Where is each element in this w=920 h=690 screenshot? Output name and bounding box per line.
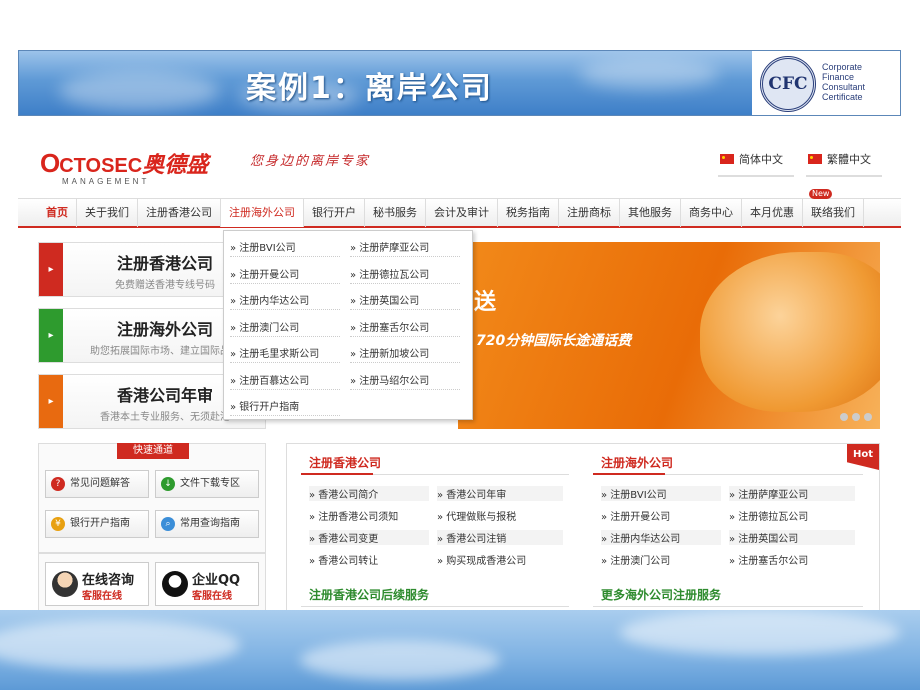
arrow-icon: ▸	[39, 243, 63, 296]
hk-link[interactable]: » 香港公司年审	[437, 486, 563, 501]
dropdown-item[interactable]: » 注册BVI公司	[230, 239, 340, 257]
arrow-icon: ▸	[39, 375, 63, 428]
quick-channel: 快速通道 ? 常见问题解答 ↓ 文件下载专区 ¥ 银行开户指南 ⌕ 常用查询指南	[38, 443, 266, 553]
download-button[interactable]: ↓ 文件下载专区	[155, 470, 259, 498]
site-logo[interactable]: OCTOSEC奥德盛 MANAGEMENT	[40, 147, 208, 186]
main-nav: 首页 关于我们 注册香港公司 注册海外公司 银行开户 秘书服务 会计及审计 税务…	[18, 189, 901, 228]
search-icon: ⌕	[161, 517, 175, 531]
agent-avatar-icon	[52, 571, 78, 597]
slide-title-banner: 案例1：离岸公司 CFC Corporate Finance Consultan…	[18, 50, 901, 116]
dropdown-item[interactable]: » 注册萨摩亚公司	[350, 239, 460, 257]
phone-icon	[700, 252, 880, 412]
hk-link[interactable]: » 代理做账与报税	[437, 508, 516, 523]
hot-badge: Hot	[847, 444, 879, 470]
quick-channel-title: 快速通道	[117, 443, 189, 459]
site-slogan: 您身边的离岸专家	[250, 154, 371, 169]
offshore-section-title[interactable]: 注册海外公司	[601, 454, 673, 471]
sky-decoration	[0, 610, 920, 690]
offshore-link[interactable]: » 注册内华达公司	[601, 530, 721, 545]
offshore-link[interactable]: » 注册BVI公司	[601, 486, 721, 501]
dropdown-item[interactable]: » 注册内华达公司	[230, 292, 340, 310]
offshore-link[interactable]: » 注册开曼公司	[601, 508, 670, 523]
contact-section: 在线咨询 客服在线 企业QQ 客服在线	[38, 553, 266, 610]
nav-bank-account[interactable]: 银行开户	[304, 199, 365, 227]
cfc-logo: CFC Corporate Finance Consultant Certifi…	[752, 51, 900, 115]
dropdown-item[interactable]: » 注册百慕达公司	[230, 372, 340, 390]
slide-title: 案例1：离岸公司	[246, 71, 493, 106]
cfc-seal: CFC	[760, 56, 816, 112]
lang-simplified[interactable]: 简体中文	[720, 151, 783, 167]
hk-link[interactable]: » 购买现成香港公司	[437, 552, 526, 567]
dropdown-item[interactable]: » 注册澳门公司	[230, 319, 340, 337]
dropdown-item[interactable]: » 注册马绍尔公司	[350, 372, 460, 390]
hero-banner[interactable]: 送 720分钟国际长途通话费	[458, 242, 880, 429]
offshore-link[interactable]: » 注册萨摩亚公司	[729, 486, 855, 501]
qq-button[interactable]: 企业QQ 客服在线	[155, 562, 259, 606]
question-icon: ?	[51, 477, 65, 491]
faq-button[interactable]: ? 常见问题解答	[45, 470, 149, 498]
website-screenshot: OCTOSEC奥德盛 MANAGEMENT 您身边的离岸专家 简体中文 繁體中文…	[18, 125, 901, 610]
offshore-link[interactable]: » 注册英国公司	[729, 530, 855, 545]
query-guide-button[interactable]: ⌕ 常用查询指南	[155, 510, 259, 538]
online-consult-button[interactable]: 在线咨询 客服在线	[45, 562, 149, 606]
new-badge: New	[809, 189, 833, 199]
nav-offers[interactable]: 本月优惠	[742, 199, 803, 227]
nav-home[interactable]: 首页	[38, 199, 77, 227]
hk-link[interactable]: » 注册香港公司须知	[309, 508, 398, 523]
nav-offshore-company[interactable]: 注册海外公司	[221, 199, 304, 227]
nav-hk-company[interactable]: 注册香港公司	[138, 199, 221, 227]
dropdown-item[interactable]: » 银行开户指南	[230, 398, 340, 416]
carousel-dots[interactable]	[840, 413, 872, 421]
dropdown-item[interactable]: » 注册新加坡公司	[350, 345, 460, 363]
services-panel: Hot 注册香港公司 » 香港公司简介 » 香港公司年审 » 注册香港公司须知 …	[286, 443, 880, 610]
hk-link[interactable]: » 香港公司简介	[309, 486, 429, 501]
offshore-link[interactable]: » 注册澳门公司	[601, 552, 670, 567]
dropdown-item[interactable]: » 注册塞舌尔公司	[350, 319, 460, 337]
hk-link[interactable]: » 香港公司变更	[309, 530, 429, 545]
cfc-logo-text: Corporate Finance Consultant Certificate	[822, 62, 866, 102]
offshore-dropdown-menu: » 注册BVI公司 » 注册开曼公司 » 注册内华达公司 » 注册澳门公司 » …	[223, 230, 473, 420]
download-icon: ↓	[161, 477, 175, 491]
dropdown-item[interactable]: » 注册开曼公司	[230, 266, 340, 284]
offshore-more-title[interactable]: 更多海外公司注册服务	[601, 586, 721, 603]
dropdown-item[interactable]: » 注册英国公司	[350, 292, 460, 310]
hk-flag-icon	[808, 154, 822, 164]
dropdown-item[interactable]: » 注册毛里求斯公司	[230, 345, 340, 363]
hk-link[interactable]: » 香港公司注销	[437, 530, 563, 545]
nav-accounting[interactable]: 会计及审计	[426, 199, 498, 227]
nav-about[interactable]: 关于我们	[77, 199, 138, 227]
lang-traditional[interactable]: 繁體中文	[808, 151, 871, 167]
nav-business[interactable]: 商务中心	[681, 199, 742, 227]
bank-icon: ¥	[51, 517, 65, 531]
nav-secretary[interactable]: 秘书服务	[365, 199, 426, 227]
hk-more-title[interactable]: 注册香港公司后续服务	[309, 586, 429, 603]
hk-link[interactable]: » 香港公司转让	[309, 552, 378, 567]
nav-tax[interactable]: 税务指南	[498, 199, 559, 227]
dropdown-item[interactable]: » 注册德拉瓦公司	[350, 266, 460, 284]
qq-penguin-icon	[162, 571, 188, 597]
bank-guide-button[interactable]: ¥ 银行开户指南	[45, 510, 149, 538]
china-flag-icon	[720, 154, 734, 164]
nav-contact[interactable]: New 联络我们	[803, 189, 864, 227]
nav-other[interactable]: 其他服务	[620, 199, 681, 227]
nav-trademark[interactable]: 注册商标	[559, 199, 620, 227]
offshore-link[interactable]: » 注册德拉瓦公司	[729, 508, 808, 523]
arrow-icon: ▸	[39, 309, 63, 362]
offshore-link[interactable]: » 注册塞舌尔公司	[729, 552, 808, 567]
hk-section-title[interactable]: 注册香港公司	[309, 454, 381, 471]
